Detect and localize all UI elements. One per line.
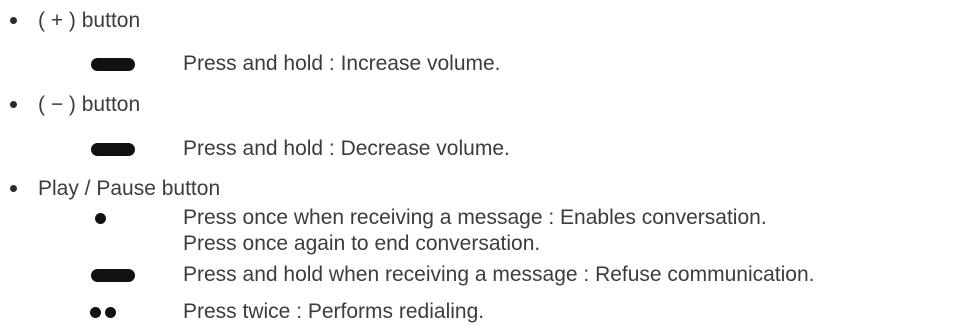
minus-press-hold-text: Press and hold : Decrease volume. [183,137,510,160]
section-heading-plus: ( + ) button [38,9,141,32]
press-once-text: Press once when receiving a message : En… [183,206,767,229]
section-heading-play-pause: Play / Pause button [38,177,221,200]
long-press-icon [91,269,135,282]
bullet-icon [10,185,17,192]
plus-press-hold-text: Press and hold : Increase volume. [183,52,501,75]
press-hold-refuse-text: Press and hold when receiving a message … [183,263,815,286]
section-heading-minus: ( − ) button [38,93,141,116]
press-once-again-text: Press once again to end conversation. [183,232,541,255]
double-press-icon [90,307,120,319]
bullet-icon [10,17,17,24]
single-press-icon [95,213,106,224]
button-instructions: ( + ) button Press and hold : Increase v… [0,0,973,329]
long-press-icon [91,143,135,156]
bullet-icon [10,101,17,108]
long-press-icon [91,58,135,71]
press-twice-text: Press twice : Performs redialing. [183,300,485,323]
